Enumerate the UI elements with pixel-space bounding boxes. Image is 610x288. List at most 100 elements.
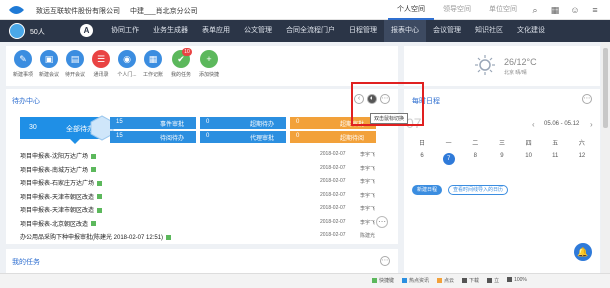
user-count: 50人	[30, 29, 45, 36]
task-title[interactable]: 项目申报表-沈阳万达广场	[20, 151, 96, 160]
status-icon	[462, 278, 468, 284]
next-week-icon[interactable]: ›	[590, 120, 593, 129]
page-scrollbar[interactable]	[601, 42, 610, 273]
calendar-panel: 每时日程 ⋯ 07 ‹ 05.06 - 05.12 › 日一二三四五六 6789…	[404, 89, 600, 273]
todo-category-tile[interactable]: 15 事件审批	[110, 117, 196, 129]
status-item[interactable]: 下载	[462, 277, 479, 284]
search-icon[interactable]: ⌕	[530, 5, 540, 15]
task-row[interactable]: 项目申报表-北京朝区改造 2018-02-07 李宇飞	[20, 217, 394, 229]
task-title[interactable]: 项目申报表-天津市朝区改造	[20, 205, 102, 214]
menu-icon[interactable]: ≡	[590, 5, 600, 15]
nav-item[interactable]: 日程管理	[342, 20, 384, 42]
shortcut-item[interactable]: ☰ 通讯录	[89, 50, 113, 78]
category-count: 0	[206, 119, 210, 125]
nav-item[interactable]: 报表中心	[384, 20, 426, 42]
prev-week-icon[interactable]: ‹	[532, 120, 535, 129]
shortcut-item[interactable]: ▣ 新建会议	[37, 50, 61, 78]
task-row[interactable]: 项目申报表-天津市朝区改造 2018-02-07 李宇飞	[20, 190, 394, 202]
nav-item[interactable]: 文化建设	[510, 20, 552, 42]
shortcuts-panel: ✎ 新建事项 ▣ 新建会议 ▤ 待开会议 ☰ 通讯录 ◉ 个人门... ▦ 工作记账 ✔ 10 我的任务 + 添…	[6, 46, 398, 86]
task-row[interactable]: 项目申报表-南城万达广场 2018-02-07 李宇飞	[20, 163, 394, 175]
shortcut-item[interactable]: ▦ 工作记账	[141, 50, 165, 78]
attachment-icon	[97, 194, 102, 200]
todo-category-tile[interactable]: 0 超期待阅	[290, 131, 376, 143]
more-icon[interactable]: ⋯	[582, 94, 592, 104]
shortcut-item[interactable]: + 添加快捷	[197, 50, 221, 78]
count-badge: 10	[182, 48, 192, 56]
calendar-day[interactable]: 6	[412, 153, 432, 165]
task-row[interactable]: 项目申报表-石家庄万达广场 2018-02-07 李宇飞	[20, 176, 394, 188]
new-schedule-button[interactable]: 新建日程	[412, 185, 442, 195]
nav-item[interactable]: 知识社区	[468, 20, 510, 42]
task-title[interactable]: 办公用品采购下种申报审批(陈建光 2018-02-07 12:51)	[20, 232, 172, 241]
more-icon[interactable]: ⋯	[376, 216, 388, 228]
status-item[interactable]: 100%	[507, 277, 527, 284]
category-count: 15	[116, 119, 123, 125]
calendar-day[interactable]: 11	[545, 153, 565, 165]
status-item[interactable]: 点云	[437, 277, 454, 284]
task-row[interactable]: 项目申报表-天津市朝区改造 2018-02-07 李宇飞	[20, 203, 394, 215]
nav-item[interactable]: 公文管理	[237, 20, 279, 42]
nav-item[interactable]: 表单应用	[195, 20, 237, 42]
nav-item[interactable]: 合同全流程门户	[279, 20, 342, 42]
shortcut-label: 通讯录	[93, 72, 109, 78]
avatar[interactable]	[9, 23, 25, 39]
status-item[interactable]: 热点资讯	[402, 277, 429, 284]
notification-bell-icon[interactable]: 🔔	[574, 243, 592, 261]
category-label: 代理审批	[250, 136, 275, 142]
todo-title: 待办中心	[12, 98, 40, 105]
task-date: 2018-02-07	[320, 218, 346, 225]
todo-category-tile[interactable]: 15 待阅待办	[110, 131, 196, 143]
task-title[interactable]: 项目申报表-北京朝区改造	[20, 219, 96, 228]
shortcut-item[interactable]: ✔ 10 我的任务	[169, 48, 193, 78]
attachment-icon	[97, 207, 102, 213]
shortcut-icon: ▤	[66, 50, 84, 68]
calendar-day[interactable]: 7	[442, 153, 455, 165]
nav-item[interactable]: 协同工作	[104, 20, 146, 42]
shortcut-item[interactable]: ▤ 待开会议	[63, 50, 87, 78]
top-icons: ⌕ ▦ ☺ ≡	[530, 5, 600, 15]
weather-temperature: 26/12°C	[504, 57, 537, 67]
shortcut-label: 待开会议	[64, 72, 85, 78]
task-row[interactable]: 项目申报表-沈阳万达广场 2018-02-07 李宇飞	[20, 149, 394, 161]
a-icon[interactable]: A	[80, 24, 93, 37]
top-bar: 致远互联软件股份有限公司 中建___肖北京分公司 个人空间 领导空间 单位空间 …	[0, 0, 610, 20]
task-title[interactable]: 项目申报表-石家庄万达广场	[20, 178, 102, 187]
grid-icon[interactable]: ▦	[550, 5, 560, 15]
calendar-day[interactable]: 10	[519, 153, 539, 165]
status-item[interactable]: 立	[487, 277, 499, 284]
user-icon[interactable]: ☺	[570, 5, 580, 15]
view-timeline-button[interactable]: 查看时间线导入的日历	[448, 185, 508, 195]
tab-leader-space[interactable]: 领导空间	[434, 0, 480, 20]
category-count: 0	[296, 119, 300, 125]
status-icon	[437, 278, 443, 284]
tab-personal-space[interactable]: 个人空间	[388, 0, 434, 20]
task-row[interactable]: 办公用品采购下种申报审批(陈建光 2018-02-07 12:51) 2018-0…	[20, 230, 394, 242]
task-user: 李宇飞	[360, 206, 376, 212]
status-icon	[507, 277, 513, 283]
shortcut-item[interactable]: ✎ 新建事项	[11, 50, 35, 78]
category-count: 0	[206, 133, 210, 139]
nav-item[interactable]: 会议管理	[426, 20, 468, 42]
calendar-day[interactable]: 12	[572, 153, 592, 165]
task-title[interactable]: 项目申报表-天津市朝区改造	[20, 192, 102, 201]
task-user: 李宇飞	[360, 192, 376, 199]
nav-item[interactable]: 业务生成器	[146, 20, 195, 42]
branch-name: 中建___肖北京分公司	[130, 8, 198, 15]
todo-category-tile[interactable]: 0 代理审批	[200, 131, 286, 143]
my-tasks-title: 我的任务	[12, 259, 40, 266]
more-icon[interactable]: ⋯	[380, 256, 390, 266]
calendar-day[interactable]: 8	[465, 153, 485, 165]
shortcut-icon: ▣	[40, 50, 58, 68]
tab-unit-space[interactable]: 单位空间	[480, 0, 526, 20]
shortcut-item[interactable]: ◉ 个人门...	[115, 50, 139, 78]
status-icon	[487, 278, 493, 284]
shortcut-label: 新建会议	[38, 72, 59, 78]
task-title[interactable]: 项目申报表-南城万达广场	[20, 165, 96, 174]
calendar-day[interactable]: 9	[492, 153, 512, 165]
task-user: 李宇飞	[360, 165, 376, 172]
status-item[interactable]: 快捷键	[372, 277, 394, 284]
shortcut-icon: ▦	[144, 50, 162, 68]
todo-category-tile[interactable]: 0 超期待办	[200, 117, 286, 129]
scroll-thumb[interactable]	[603, 48, 608, 128]
